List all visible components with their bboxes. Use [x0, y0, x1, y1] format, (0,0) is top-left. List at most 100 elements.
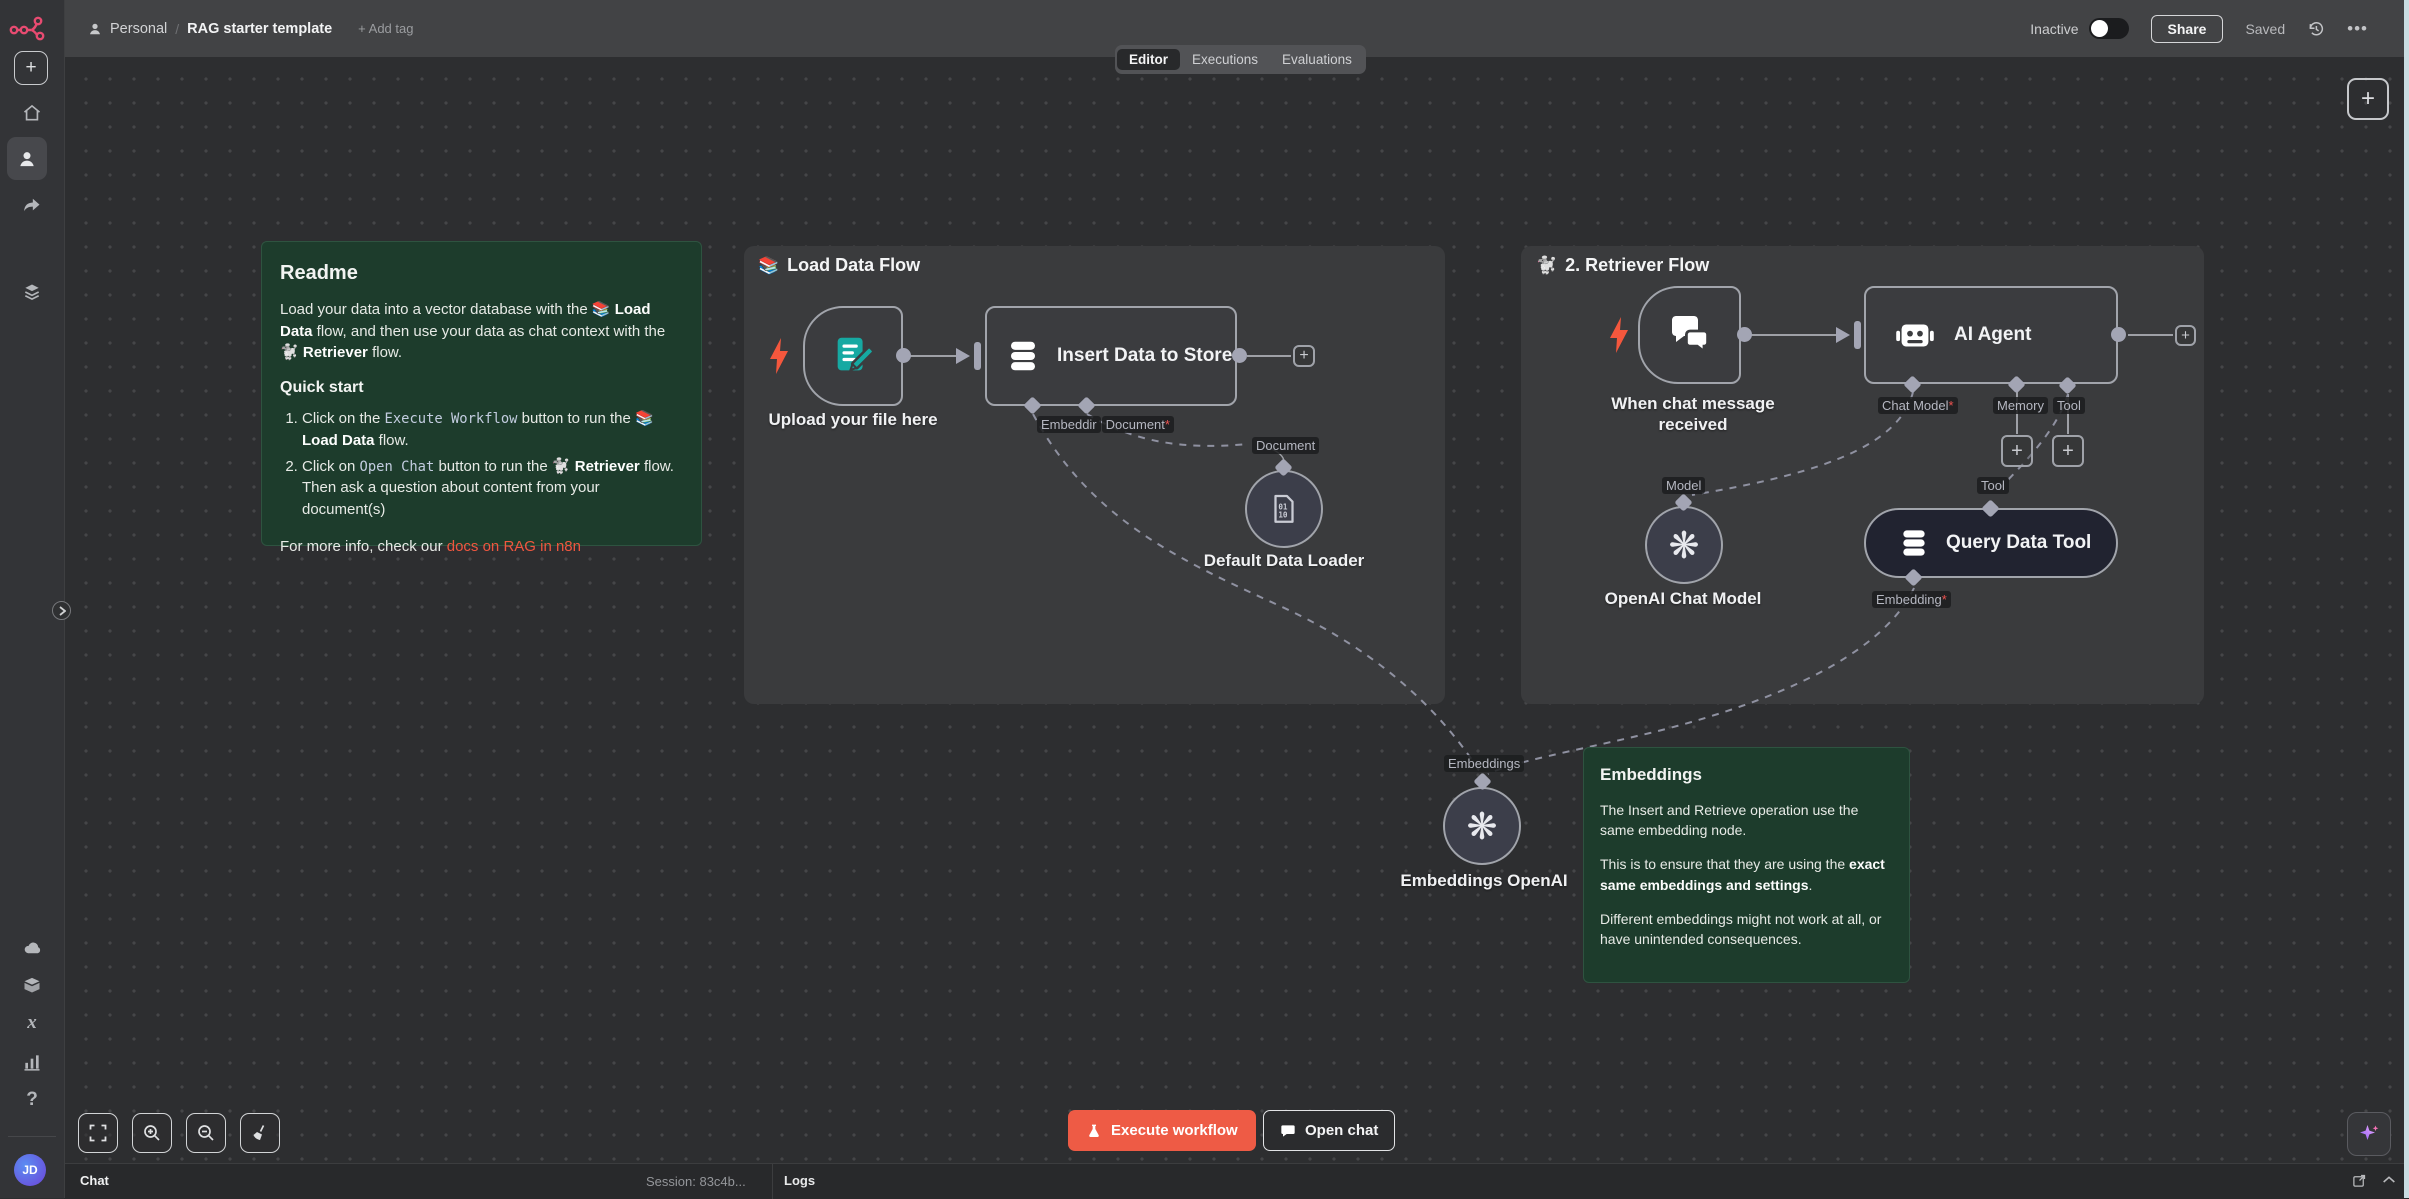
person-icon: [17, 149, 37, 169]
chat-trigger-bolt-icon: [1608, 316, 1630, 354]
sidebar-item-shared[interactable]: [0, 195, 64, 215]
sidebar-item-cloud[interactable]: [0, 937, 64, 958]
port-label-embedding: Embedding*: [1872, 591, 1951, 608]
node-chat-trigger[interactable]: [1638, 286, 1741, 384]
logs-panel-tab[interactable]: Logs: [784, 1173, 815, 1188]
add-tool-button[interactable]: +: [2052, 435, 2084, 467]
node-openai-chat-model[interactable]: ❋: [1645, 506, 1723, 584]
sidebar-item-insights[interactable]: [0, 1052, 64, 1072]
person-icon: [88, 22, 102, 36]
open-in-popup-icon[interactable]: [2352, 1173, 2367, 1188]
logs-panel-controls: [2352, 1172, 2397, 1188]
user-avatar[interactable]: JD: [14, 1154, 46, 1186]
port-label-memory: Memory: [1993, 397, 2048, 414]
zoom-to-fit-button[interactable]: [78, 1113, 118, 1153]
node-label-embeddings-openai: Embeddings OpenAI: [1400, 871, 1567, 891]
panel-divider: [772, 1164, 773, 1199]
readme-more-info[interactable]: For more info, check our docs on RAG in …: [280, 536, 683, 557]
sidebar-item-variables[interactable]: x: [0, 1012, 64, 1034]
add-memory-button[interactable]: +: [2001, 435, 2033, 467]
tab-editor[interactable]: Editor: [1117, 49, 1180, 70]
embeddings-note[interactable]: Embeddings The Insert and Retrieve opera…: [1583, 747, 1910, 983]
readme-note[interactable]: Readme Load your data into a vector data…: [261, 241, 702, 546]
home-icon: [22, 103, 42, 123]
node-query-data-tool[interactable]: Query Data Tool: [1864, 508, 2118, 578]
insert-output-handle[interactable]: [1232, 348, 1247, 363]
share-arrow-icon: [22, 195, 42, 215]
chat-trigger-output-handle[interactable]: [1737, 327, 1752, 342]
port-label-chat-model: Chat Model*: [1878, 397, 1958, 414]
workflow-title[interactable]: RAG starter template: [187, 21, 332, 37]
sidebar-item-personal[interactable]: [7, 137, 47, 180]
zoom-in-button[interactable]: [132, 1113, 172, 1153]
upload-output-handle[interactable]: [896, 348, 911, 363]
n8n-logo: [9, 12, 49, 42]
breadcrumb-separator: /: [175, 21, 179, 37]
new-workflow-button[interactable]: +: [14, 51, 48, 85]
zoom-out-button[interactable]: [186, 1113, 226, 1153]
workflow-status-label: Inactive: [2030, 21, 2078, 37]
port-label-tool: Tool: [2053, 397, 2085, 414]
node-default-data-loader[interactable]: 01 10: [1245, 470, 1323, 548]
tidy-up-button[interactable]: [240, 1113, 280, 1153]
screen-edge-strip: [2404, 0, 2409, 1198]
zoom-in-icon: [143, 1124, 161, 1142]
more-options-button[interactable]: •••: [2347, 19, 2368, 39]
node-embeddings-openai[interactable]: ❋: [1443, 787, 1521, 865]
help-icon: ?: [26, 1089, 38, 1111]
readme-note-intro: Load your data into a vector database wi…: [280, 299, 683, 363]
sidebar-divider: [8, 1136, 56, 1137]
embeddings-note-p2: This is to ensure that they are using th…: [1600, 854, 1893, 895]
openai-logo-icon: ❋: [1466, 808, 1497, 845]
port-label-embedding-truncated: Embeddir: [1037, 416, 1101, 433]
node-label-chat-trigger: When chat message received: [1578, 393, 1808, 435]
tab-evaluations[interactable]: Evaluations: [1270, 49, 1364, 70]
port-label-document: Document: [1252, 437, 1319, 454]
add-node-after-agent-button[interactable]: +: [2175, 325, 2196, 346]
robot-icon: [1892, 312, 1938, 358]
database-icon: [1005, 338, 1041, 374]
svg-text:10: 10: [1278, 511, 1288, 520]
sidebar-item-home[interactable]: [0, 103, 64, 123]
embeddings-note-title: Embeddings: [1600, 763, 1893, 788]
readme-steps-list: Click on the Execute Workflow button to …: [280, 408, 683, 520]
bar-chart-icon: [22, 1052, 42, 1072]
port-label-document-required: Document*: [1102, 416, 1174, 433]
node-upload-file-trigger[interactable]: [803, 306, 903, 406]
box-icon: [22, 975, 42, 995]
sidebar-item-stack[interactable]: [0, 282, 64, 302]
node-title-query-tool: Query Data Tool: [1946, 532, 2091, 554]
node-title-ai-agent: AI Agent: [1954, 324, 2031, 346]
history-button[interactable]: [2307, 20, 2325, 38]
open-chat-button[interactable]: Open chat: [1263, 1110, 1395, 1151]
activate-toggle[interactable]: [2089, 18, 2129, 39]
node-insert-data-to-store[interactable]: Insert Data to Store: [985, 306, 1237, 406]
readme-quick-start-heading: Quick start: [280, 377, 683, 400]
node-ai-agent[interactable]: AI Agent: [1864, 286, 2118, 384]
ai-assistant-button[interactable]: [2347, 1112, 2391, 1156]
ai-agent-output-handle[interactable]: [2111, 327, 2126, 342]
cloud-icon: [22, 937, 43, 958]
zoom-out-icon: [197, 1124, 215, 1142]
readme-step-2: Click on Open Chat button to run the 🐩 R…: [302, 456, 683, 520]
add-node-after-insert-button[interactable]: +: [1293, 345, 1315, 367]
share-button[interactable]: Share: [2151, 15, 2224, 43]
chat-panel-tab[interactable]: Chat: [80, 1173, 109, 1188]
tab-executions[interactable]: Executions: [1180, 49, 1270, 70]
chevron-up-icon[interactable]: [2381, 1172, 2397, 1188]
execute-workflow-button[interactable]: Execute workflow: [1068, 1110, 1256, 1151]
port-label-model: Model: [1662, 477, 1705, 494]
sparkles-icon: [2357, 1122, 2381, 1146]
breadcrumb-project[interactable]: Personal: [110, 21, 167, 37]
expand-panel-button[interactable]: [52, 601, 71, 620]
node-title-insert: Insert Data to Store: [1057, 345, 1232, 367]
sidebar-item-templates[interactable]: [0, 975, 64, 995]
broom-icon: [251, 1124, 269, 1142]
add-tag-button[interactable]: + Add tag: [358, 21, 413, 36]
section-title-load-data: 📚 Load Data Flow: [758, 255, 920, 276]
add-node-button[interactable]: +: [2347, 78, 2389, 120]
chat-bubbles-icon: [1666, 311, 1714, 359]
readme-note-title: Readme: [280, 259, 683, 287]
sidebar-item-help[interactable]: ?: [0, 1089, 64, 1111]
layers-icon: [22, 282, 42, 302]
